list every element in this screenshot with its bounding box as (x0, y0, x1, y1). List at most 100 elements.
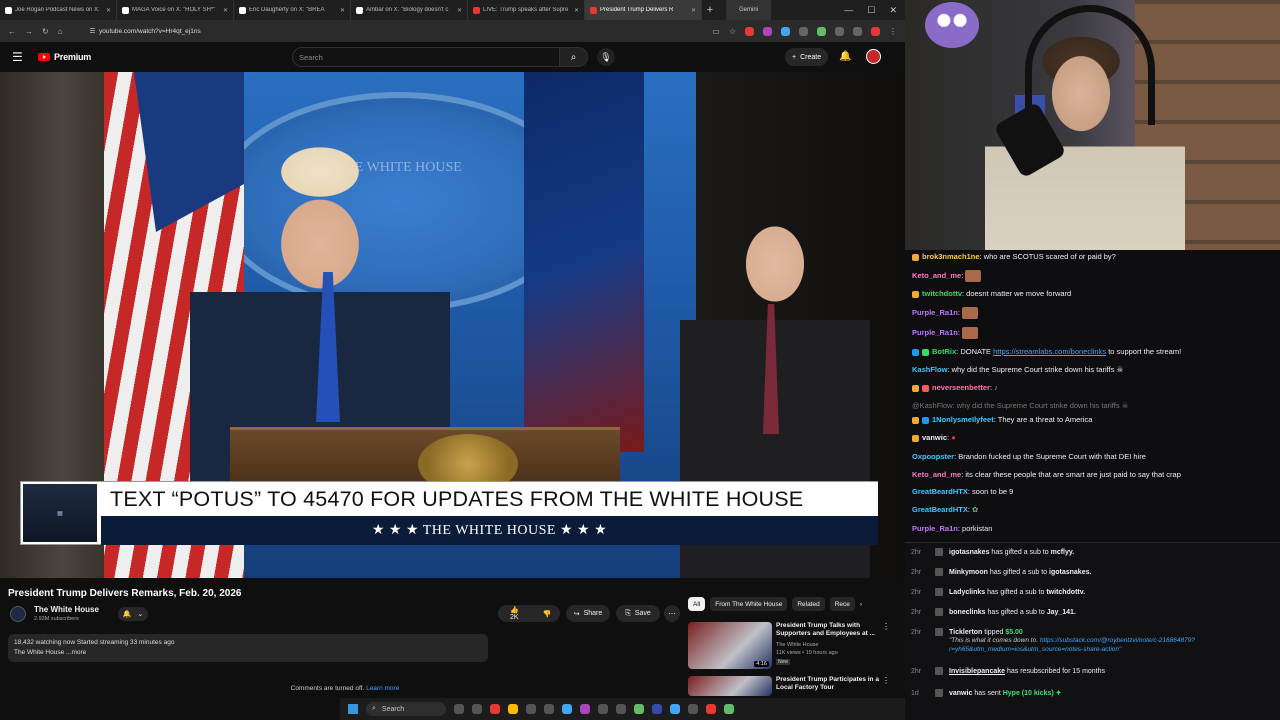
taskbar-app-icon[interactable] (598, 704, 608, 714)
extension-icon[interactable] (763, 26, 772, 36)
recommended-channel[interactable]: The White House (776, 642, 819, 648)
event-target[interactable]: igotasnakes. (1049, 569, 1091, 576)
profile-icon[interactable] (871, 26, 880, 36)
event-user[interactable]: Invisiblepancake (949, 668, 1005, 675)
voice-search-button[interactable]: 🎙 (597, 48, 615, 66)
recommended-title[interactable]: President Trump Talks with Supporters an… (776, 622, 886, 638)
close-icon[interactable]: ✕ (106, 7, 111, 14)
chip-all[interactable]: All (688, 597, 706, 611)
event-user[interactable]: boneclinks (949, 609, 986, 616)
taskbar-app-icon[interactable] (706, 704, 716, 714)
event-user[interactable]: Ladyclinks (949, 589, 985, 596)
recommended-title[interactable]: President Trump Participates in a Local … (776, 676, 886, 692)
maximize-icon[interactable]: ☐ (867, 5, 875, 16)
subscription-bell-button[interactable]: 🔔 ⌄ (118, 607, 148, 621)
url-field[interactable]: ☰ youtube.com/watch?v=Hr4qt_ej1ns (84, 23, 704, 39)
chat-username[interactable]: 1NonlysmeIlyfeet (932, 415, 994, 424)
share-button[interactable]: ↪ Share (566, 605, 610, 622)
chrome-icon[interactable] (508, 704, 518, 714)
cast-icon[interactable]: ▭ (712, 27, 720, 36)
taskbar-app-icon[interactable] (562, 704, 572, 714)
chip-from-channel[interactable]: From The White House (710, 597, 788, 611)
minimize-icon[interactable]: — (844, 5, 853, 15)
chat-username[interactable]: Oxpoopster (912, 452, 954, 461)
user-avatar[interactable] (866, 49, 881, 64)
dislike-button[interactable]: 👎 (531, 610, 564, 618)
taskbar-app-icon[interactable] (526, 704, 536, 714)
taskbar-app-icon[interactable] (616, 704, 626, 714)
event-user[interactable]: igotasnakes (949, 549, 989, 556)
chip-related[interactable]: Related (792, 597, 825, 611)
chat-username[interactable]: GreatBeardHTX (912, 487, 968, 496)
notifications-bell-icon[interactable]: 🔔 (839, 51, 851, 62)
chat-username[interactable]: Purple_Ra1n (912, 308, 958, 317)
sidebar-icon[interactable] (853, 26, 862, 36)
chat-username[interactable]: Keto_and_me (912, 271, 961, 280)
browser-tab[interactable]: Ambar on X: "Biology doesn't c ✕ (351, 0, 468, 20)
chat-link[interactable]: https://streamlabs.com/boneclinks (993, 347, 1106, 356)
chat-username[interactable]: Purple_Ra1n (912, 524, 958, 533)
extension-icon[interactable] (799, 26, 808, 36)
channel-avatar[interactable] (10, 606, 26, 622)
video-player[interactable]: THE WHITE HOUSE ▦ TEXT “POTUS” TO 45470 … (0, 72, 905, 578)
event-target[interactable]: twitchdottv. (1046, 589, 1085, 596)
taskbar-app-icon[interactable] (724, 704, 734, 714)
gemini-tab[interactable]: Gemini (726, 0, 771, 20)
browser-tab[interactable]: Joe Rogan Podcast News on X: ✕ (0, 0, 117, 20)
browser-menu-icon[interactable]: ⋮ (889, 27, 897, 36)
chat-username[interactable]: brok3nmach1ne (922, 252, 980, 261)
taskbar-app-icon[interactable] (544, 704, 554, 714)
taskbar-app-icon[interactable] (580, 704, 590, 714)
close-icon[interactable]: ✕ (223, 7, 228, 14)
forward-icon[interactable]: → (25, 27, 33, 36)
taskbar-app-icon[interactable] (472, 704, 482, 714)
more-actions-button[interactable]: ⋯ (664, 605, 680, 622)
channel-name[interactable]: The White House (34, 605, 99, 614)
chat-username[interactable]: Keto_and_me (912, 470, 961, 479)
extension-icon[interactable] (745, 26, 754, 36)
close-icon[interactable]: ✕ (574, 7, 579, 14)
extension-icon[interactable] (817, 26, 826, 36)
windows-start-icon[interactable] (348, 704, 358, 714)
close-window-icon[interactable]: ✕ (889, 5, 897, 16)
more-options-icon[interactable]: ⋮ (882, 622, 890, 631)
chat-username[interactable]: KashFlow (912, 365, 947, 374)
chat-username[interactable]: neverseenbetter (932, 383, 990, 392)
taskbar-app-icon[interactable] (454, 704, 464, 714)
chevron-right-icon[interactable]: › (860, 601, 862, 608)
chat-username[interactable]: vanwic (922, 433, 947, 442)
taskbar-app-icon[interactable] (490, 704, 500, 714)
like-button[interactable]: 👍 2K (498, 606, 531, 621)
recommended-video[interactable]: President Trump Participates in a Local … (688, 676, 898, 696)
taskbar-app-icon[interactable] (688, 704, 698, 714)
more-options-icon[interactable]: ⋮ (882, 676, 890, 685)
back-icon[interactable]: ← (8, 27, 16, 36)
event-target[interactable]: Jay_141. (1047, 609, 1076, 616)
browser-tab[interactable]: MAGA Voice on X: "HOLY SH*" ✕ (117, 0, 234, 20)
hamburger-menu-icon[interactable]: ☰ (12, 50, 26, 64)
save-button[interactable]: ⎘ Save (616, 605, 660, 622)
close-icon[interactable]: ✕ (340, 7, 345, 14)
event-target[interactable]: mcflyy. (1051, 549, 1075, 556)
browser-tab-active[interactable]: President Trump Delivers R ✕ (585, 0, 702, 20)
recommended-video[interactable]: 4:16 President Trump Talks with Supporte… (688, 622, 898, 674)
youtube-logo[interactable]: Premium (38, 52, 91, 62)
create-button[interactable]: + Create (785, 48, 829, 66)
browser-tab[interactable]: LIVE: Trump speaks after Supre ✕ (468, 0, 585, 20)
home-icon[interactable]: ⌂ (58, 27, 63, 36)
site-info-icon[interactable]: ☰ (90, 27, 96, 35)
extensions-puzzle-icon[interactable] (835, 26, 844, 36)
description-box[interactable]: 18,432 watching now Started streaming 33… (8, 634, 488, 662)
extension-icon[interactable] (781, 26, 790, 36)
event-user[interactable]: Minkymoon (949, 569, 988, 576)
chat-username[interactable]: Purple_Ra1n (912, 328, 958, 337)
spotify-icon[interactable] (634, 704, 644, 714)
chat-username[interactable]: twitchdottv (922, 289, 962, 298)
close-icon[interactable]: ✕ (457, 7, 462, 14)
chat-username[interactable]: GreatBeardHTX (912, 505, 968, 514)
taskbar-app-icon[interactable] (652, 704, 662, 714)
taskbar-app-icon[interactable] (670, 704, 680, 714)
browser-tab[interactable]: Eric Daugherty on X: "BREA ✕ (234, 0, 351, 20)
event-user[interactable]: Ticklerton (949, 629, 982, 636)
search-button[interactable]: ⌕ (560, 47, 588, 67)
